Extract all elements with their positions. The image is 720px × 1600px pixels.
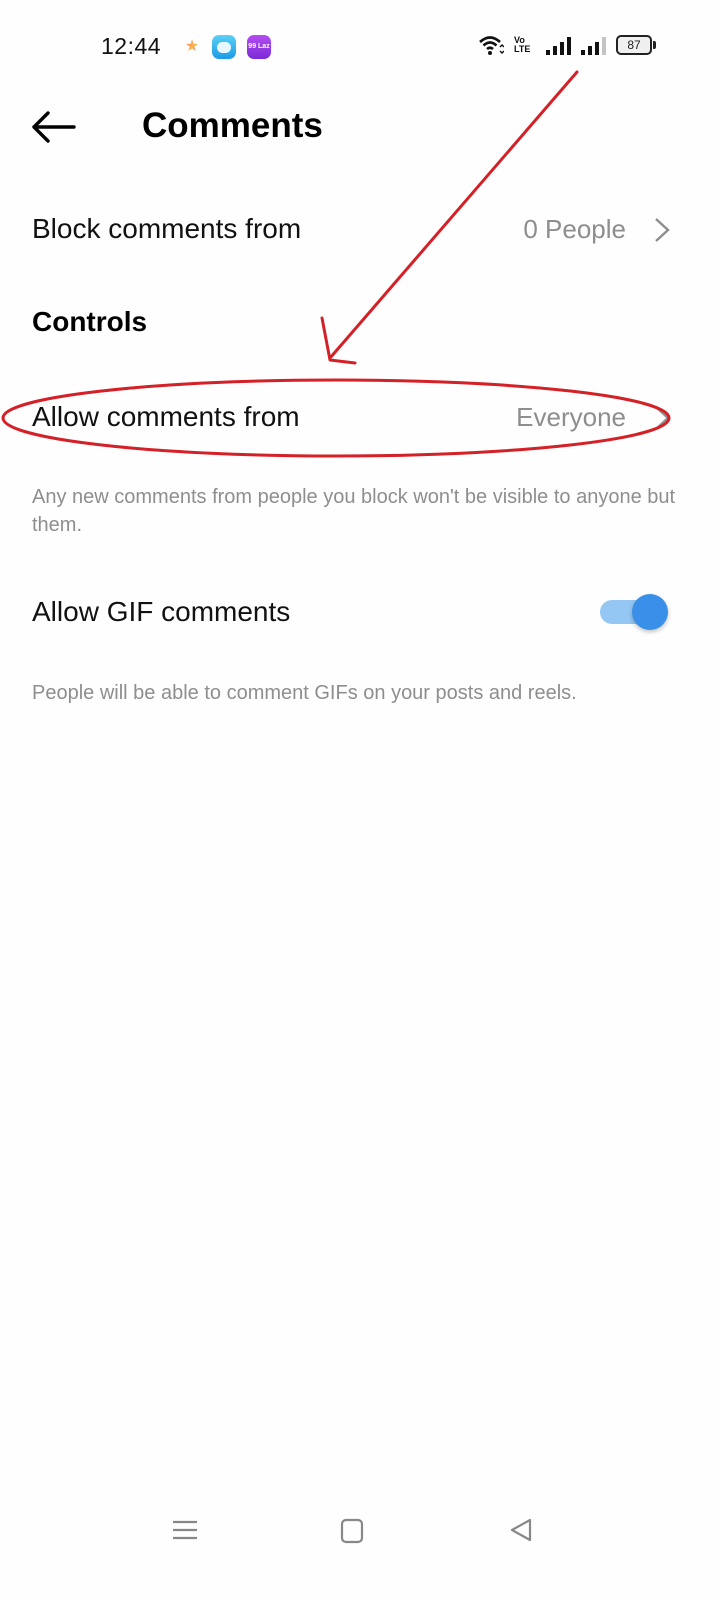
toggle-knob (632, 594, 668, 630)
allow-comments-label: Allow comments from (32, 401, 300, 432)
page-title: Comments (142, 106, 323, 145)
gif-comments-toggle[interactable] (598, 592, 670, 632)
status-time: 12:44 (101, 33, 162, 59)
nav-back-button[interactable] (502, 1510, 542, 1550)
recent-apps-button[interactable] (165, 1510, 205, 1550)
status-bar: 12:44 ★ 99 Laz Vo LTE 87 (0, 0, 720, 80)
system-icons: Vo LTE 87 (478, 34, 656, 56)
wifi-icon (479, 36, 504, 55)
gif-comments-label: Allow GIF comments (32, 596, 291, 627)
block-comments-label: Block comments from (32, 213, 302, 244)
signal-icon-sim1 (546, 35, 571, 55)
arrow-left-icon (32, 111, 76, 143)
allow-comments-helper: Any new comments from people you block w… (32, 486, 676, 536)
chevron-right-icon (655, 218, 670, 242)
volte-icon: Vo LTE (514, 35, 531, 54)
allow-comments-row[interactable]: Allow comments from Everyone (0, 385, 720, 449)
home-icon (340, 1518, 364, 1544)
back-triangle-icon (510, 1518, 532, 1542)
allow-comments-value: Everyone (516, 402, 626, 432)
menu-icon (173, 1520, 197, 1540)
battery-icon: 87 (616, 35, 656, 55)
notification-icons: ★ 99 Laz (183, 35, 271, 59)
lazada-app-icon: 99 Laz (247, 35, 271, 59)
home-button[interactable] (332, 1510, 372, 1550)
block-comments-value: 0 People (523, 214, 626, 244)
gif-comments-helper: People will be able to comment GIFs on y… (32, 682, 577, 704)
header: Comments (0, 92, 720, 162)
star-app-icon: ★ (184, 38, 200, 55)
system-nav-bar (0, 1500, 720, 1560)
block-comments-row[interactable]: Block comments from 0 People (0, 197, 720, 261)
annotation-arrowhead (320, 316, 357, 365)
chevron-right-icon (655, 406, 670, 430)
controls-heading: Controls (32, 306, 148, 337)
back-button[interactable] (28, 107, 80, 147)
bilibili-app-icon (212, 35, 236, 59)
signal-icon-sim2 (581, 35, 606, 55)
